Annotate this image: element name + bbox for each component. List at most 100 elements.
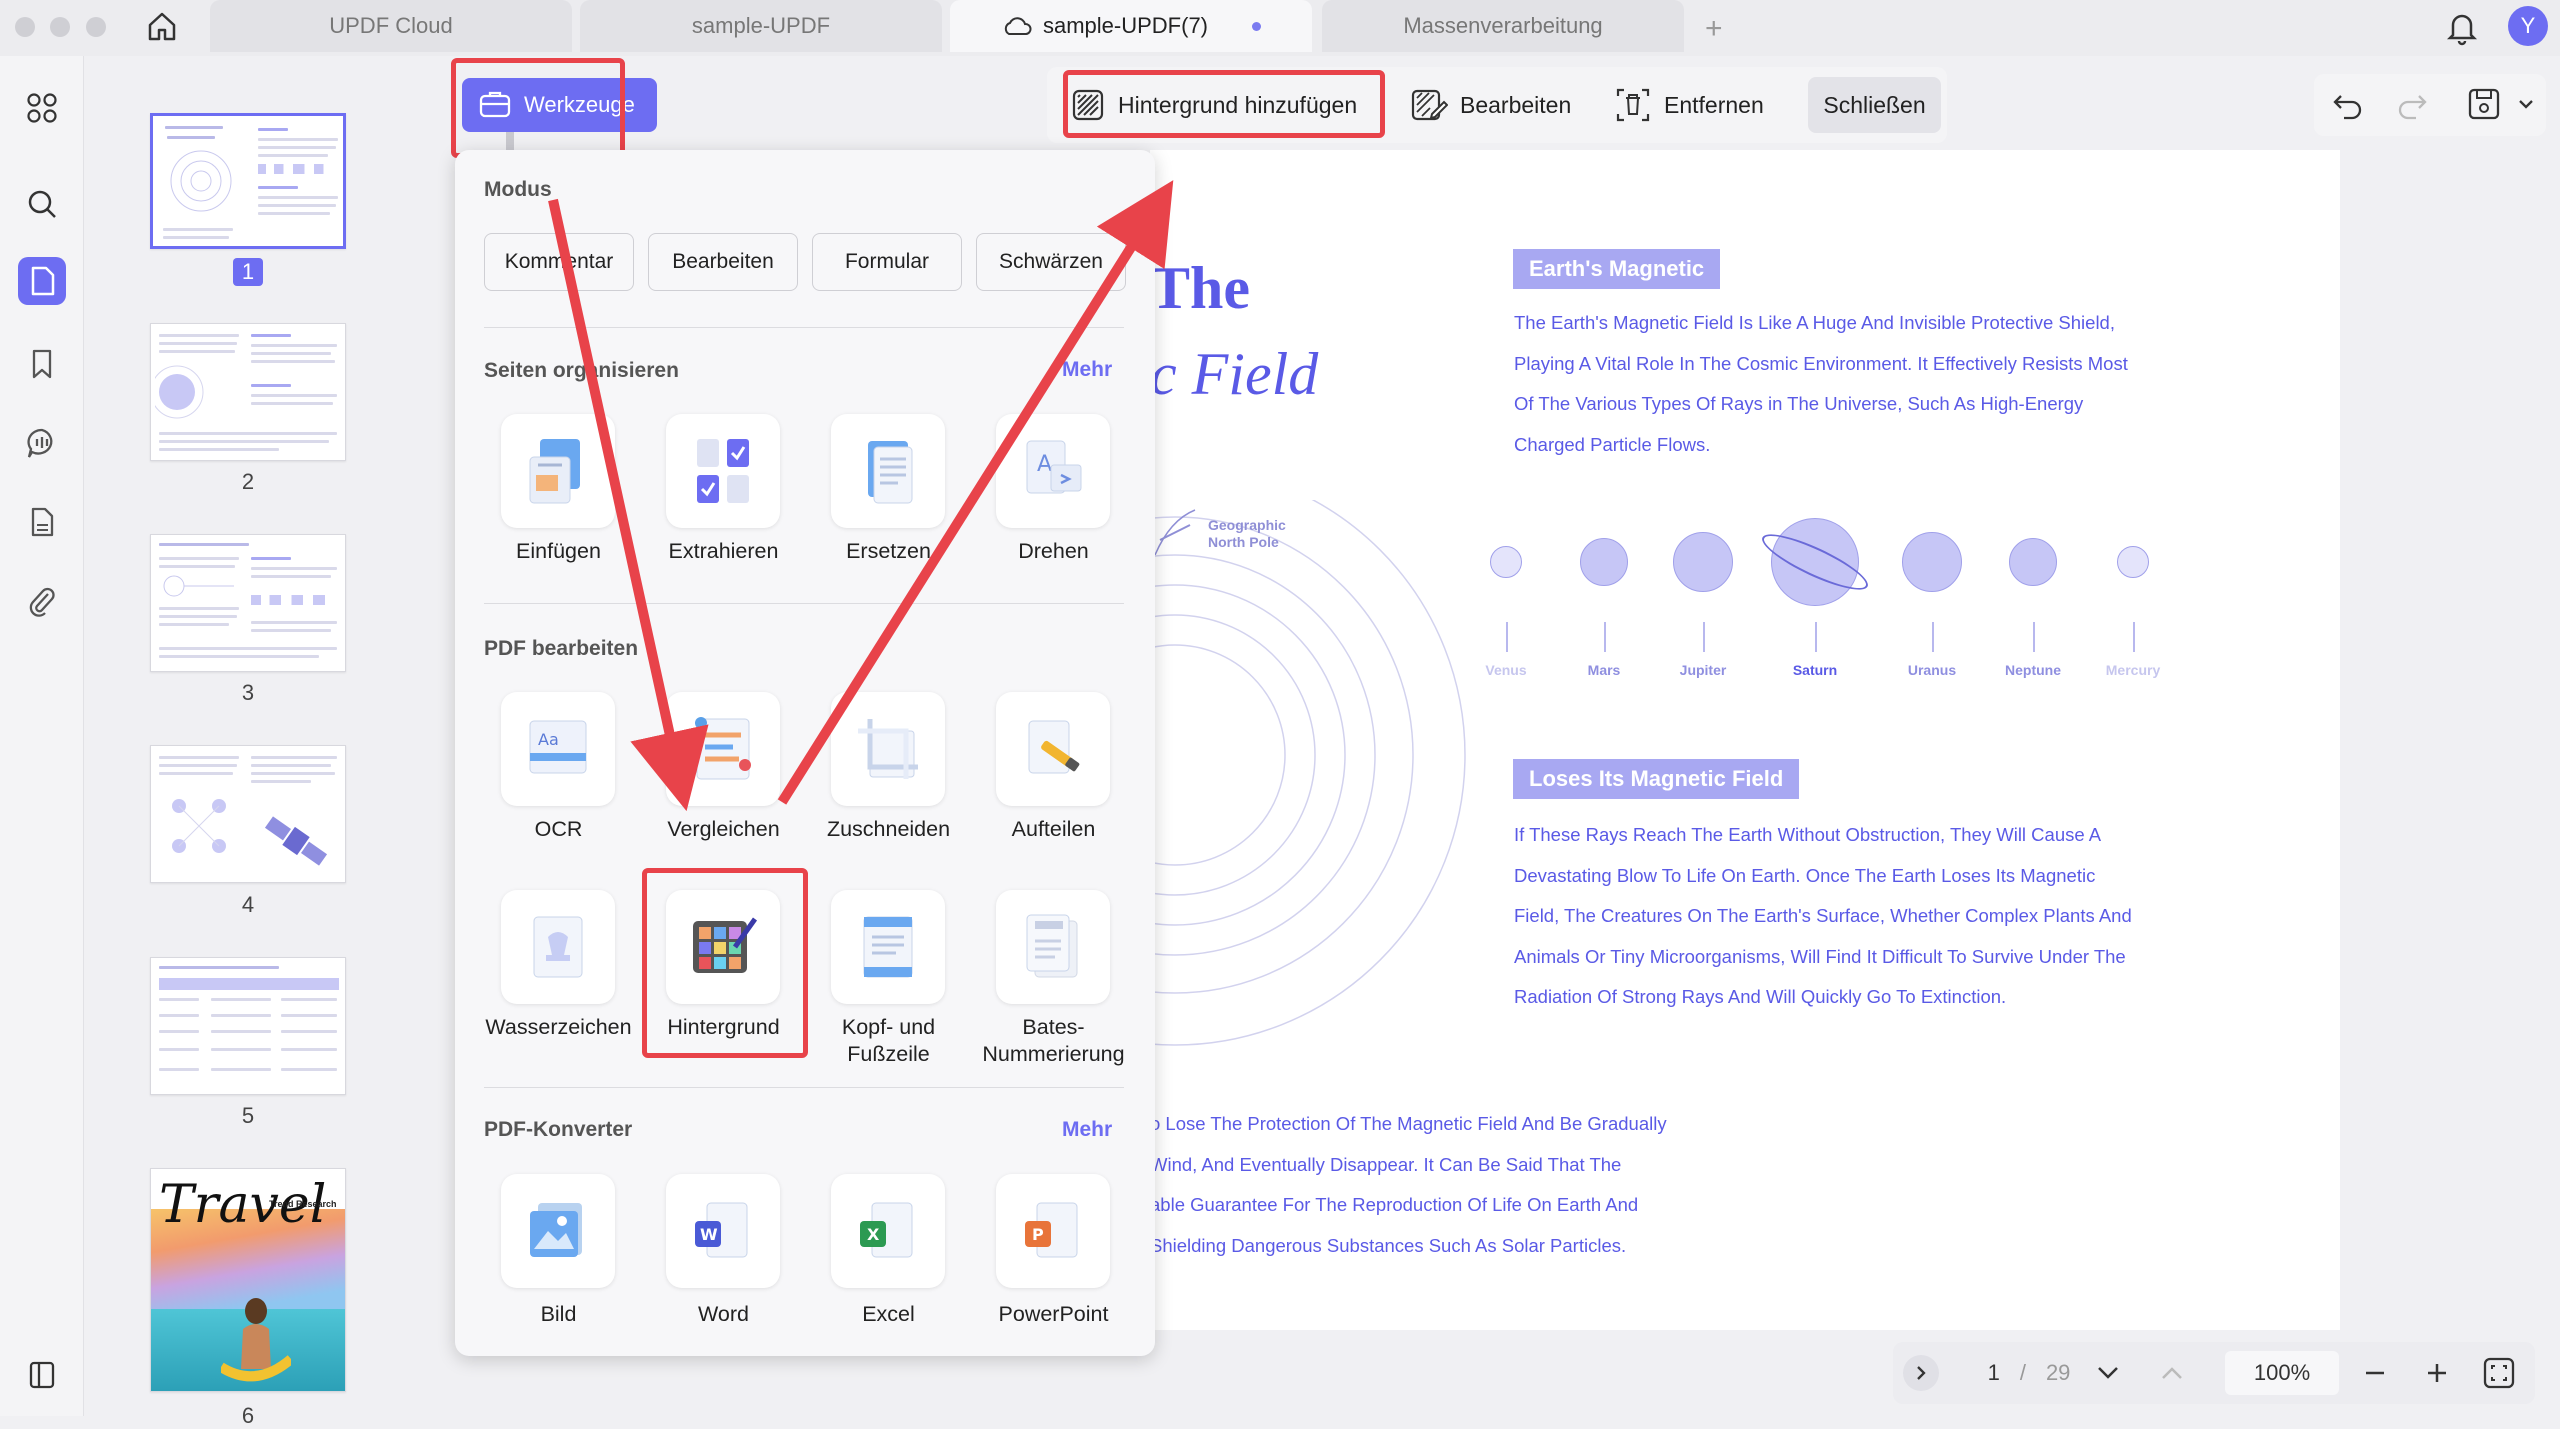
highlight-tools (451, 58, 625, 158)
convert-excel-tool[interactable]: X (831, 1174, 945, 1288)
home-icon[interactable] (144, 8, 180, 44)
converter-more-link[interactable]: Mehr (1062, 1118, 1112, 1142)
rotate-icon: A (1026, 440, 1082, 494)
title-bar: UPDF Cloud sample-UPDF sample-UPDF(7) Ma… (0, 0, 2560, 56)
text-line: o Lose The Protection Of The Magnetic Fi… (1150, 1113, 1667, 1134)
remove-background-button[interactable]: Entfernen (1614, 74, 1774, 136)
window-zoom-button[interactable] (86, 17, 106, 37)
extract-tool[interactable] (666, 414, 780, 528)
new-tab-button[interactable]: + (1705, 12, 1723, 46)
tab-updf-cloud[interactable]: UPDF Cloud (210, 0, 572, 52)
organize-more-link[interactable]: Mehr (1062, 358, 1112, 382)
page-thumbnail-3[interactable] (150, 534, 346, 672)
page-thumbnail-6[interactable]: Travel Trend Research (150, 1168, 346, 1392)
planet-tick (1604, 622, 1606, 652)
left-sidebar (0, 56, 84, 1416)
edit-background-button[interactable]: Bearbeiten (1410, 74, 1580, 136)
excel-icon: X (860, 1202, 913, 1258)
header-footer-tool[interactable] (831, 890, 945, 1004)
text-line: able Guarantee For The Reproduction Of L… (1150, 1194, 1639, 1215)
rotate-tool[interactable]: A (996, 414, 1110, 528)
bookmark-icon[interactable] (18, 340, 66, 388)
bell-icon[interactable] (2444, 8, 2480, 46)
window-minimize-button[interactable] (50, 17, 70, 37)
insert-icon (529, 439, 580, 504)
tab-label: UPDF Cloud (329, 13, 453, 38)
mode-form-button[interactable]: Formular (812, 233, 962, 291)
compare-icon (695, 717, 751, 780)
zoom-in-icon[interactable] (2423, 1359, 2451, 1387)
undo-icon[interactable] (2330, 86, 2366, 122)
text-line: The Earth's Magnetic Field Is Like A Hug… (1514, 312, 2115, 333)
tab-sample-updf[interactable]: sample-UPDF (580, 0, 942, 52)
form-icon[interactable] (18, 498, 66, 546)
image-icon (530, 1203, 582, 1257)
zoom-level[interactable]: 100% (2225, 1351, 2339, 1395)
layers-icon[interactable] (18, 1350, 66, 1398)
magnetic-field-illustration (1150, 500, 1466, 1046)
section-paragraph-1: The Earth's Magnetic Field Is Like A Hug… (1514, 303, 2128, 465)
tab-label: sample-UPDF(7) (1042, 13, 1209, 38)
tool-label: PowerPoint (998, 1302, 1109, 1326)
thumb-subtitle: Trend Research (269, 1199, 337, 1209)
section-organize-title: Seiten organisieren (484, 359, 679, 382)
page-indicator[interactable]: 1 / 29 (1959, 1351, 2099, 1395)
convert-powerpoint-tool[interactable]: P (996, 1174, 1110, 1288)
page-thumbnail-1[interactable] (150, 113, 346, 249)
doc-heading-2: c Field (1150, 341, 1319, 407)
tab-label: sample-UPDF (691, 13, 831, 38)
attachment-icon[interactable] (18, 577, 66, 625)
zoom-out-icon[interactable] (2361, 1359, 2389, 1387)
pages-icon[interactable] (18, 257, 66, 305)
redo-icon[interactable] (2394, 86, 2430, 122)
tools-dropdown: Modus Kommentar Bearbeiten Formular Schw… (455, 150, 1155, 1356)
tool-label: Ersetzen (846, 539, 931, 563)
planet-venus (1490, 546, 1522, 578)
tab-massenverarbeitung[interactable]: Massenverarbeitung (1322, 0, 1684, 52)
compare-tool[interactable] (666, 692, 780, 806)
text-line: Animals Or Tiny Microorganisms, Will Fin… (1514, 945, 2126, 967)
page-thumbnail-2[interactable] (150, 323, 346, 461)
planet-jupiter (1673, 532, 1733, 592)
mode-comment-button[interactable]: Kommentar (484, 233, 634, 291)
convert-image-tool[interactable] (501, 1174, 615, 1288)
fit-page-icon[interactable] (2481, 1355, 2517, 1391)
text-line: Field, The Creatures On The Earth's Surf… (1514, 905, 2132, 926)
chevron-down-icon[interactable] (2516, 94, 2536, 114)
bates-numbering-tool[interactable] (996, 890, 1110, 1004)
split-tool[interactable] (996, 692, 1110, 806)
window-close-button[interactable] (15, 17, 35, 37)
search-icon[interactable] (18, 180, 66, 228)
close-background-button[interactable]: Schließen (1808, 77, 1941, 133)
comment-icon[interactable] (18, 419, 66, 467)
previous-page-icon[interactable] (2158, 1359, 2186, 1387)
crop-tool[interactable] (831, 692, 945, 806)
tool-label: Bild (540, 1302, 577, 1326)
avatar[interactable]: Y (2508, 6, 2548, 46)
mode-edit-button[interactable]: Bearbeiten (648, 233, 798, 291)
tool-label: OCR (534, 817, 583, 841)
tab-sample-updf-7[interactable]: sample-UPDF(7) (950, 0, 1312, 52)
svg-text:Aa: Aa (538, 730, 559, 749)
next-page-icon[interactable] (2094, 1359, 2122, 1387)
page-thumbnail-4[interactable] (150, 745, 346, 883)
replace-tool[interactable] (831, 414, 945, 528)
planet-tick (2033, 622, 2035, 652)
page-navigation-bar: 1 / 29 100% (1893, 1342, 2535, 1404)
save-icon[interactable] (2464, 84, 2504, 124)
close-label: Schließen (1823, 91, 1926, 118)
page-thumbnail-5[interactable] (150, 957, 346, 1095)
expand-icon[interactable] (1903, 1355, 1939, 1391)
page-number-label: 4 (241, 892, 255, 917)
extract-icon (697, 439, 749, 503)
ocr-tool[interactable]: Aa (501, 692, 615, 806)
text-line: Radiation Of Strong Rays And Will Quickl… (1514, 986, 2007, 1007)
convert-word-tool[interactable]: W (666, 1174, 780, 1288)
watermark-tool[interactable] (501, 890, 615, 1004)
tab-label: Massenverarbeitung (1403, 13, 1603, 38)
mode-redact-button[interactable]: Schwärzen (976, 233, 1126, 291)
grid-icon[interactable] (18, 84, 66, 132)
planet-mercury (2117, 546, 2149, 578)
insert-tool[interactable] (501, 414, 615, 528)
text-line: If These Rays Reach The Earth Without Ob… (1514, 824, 2102, 845)
